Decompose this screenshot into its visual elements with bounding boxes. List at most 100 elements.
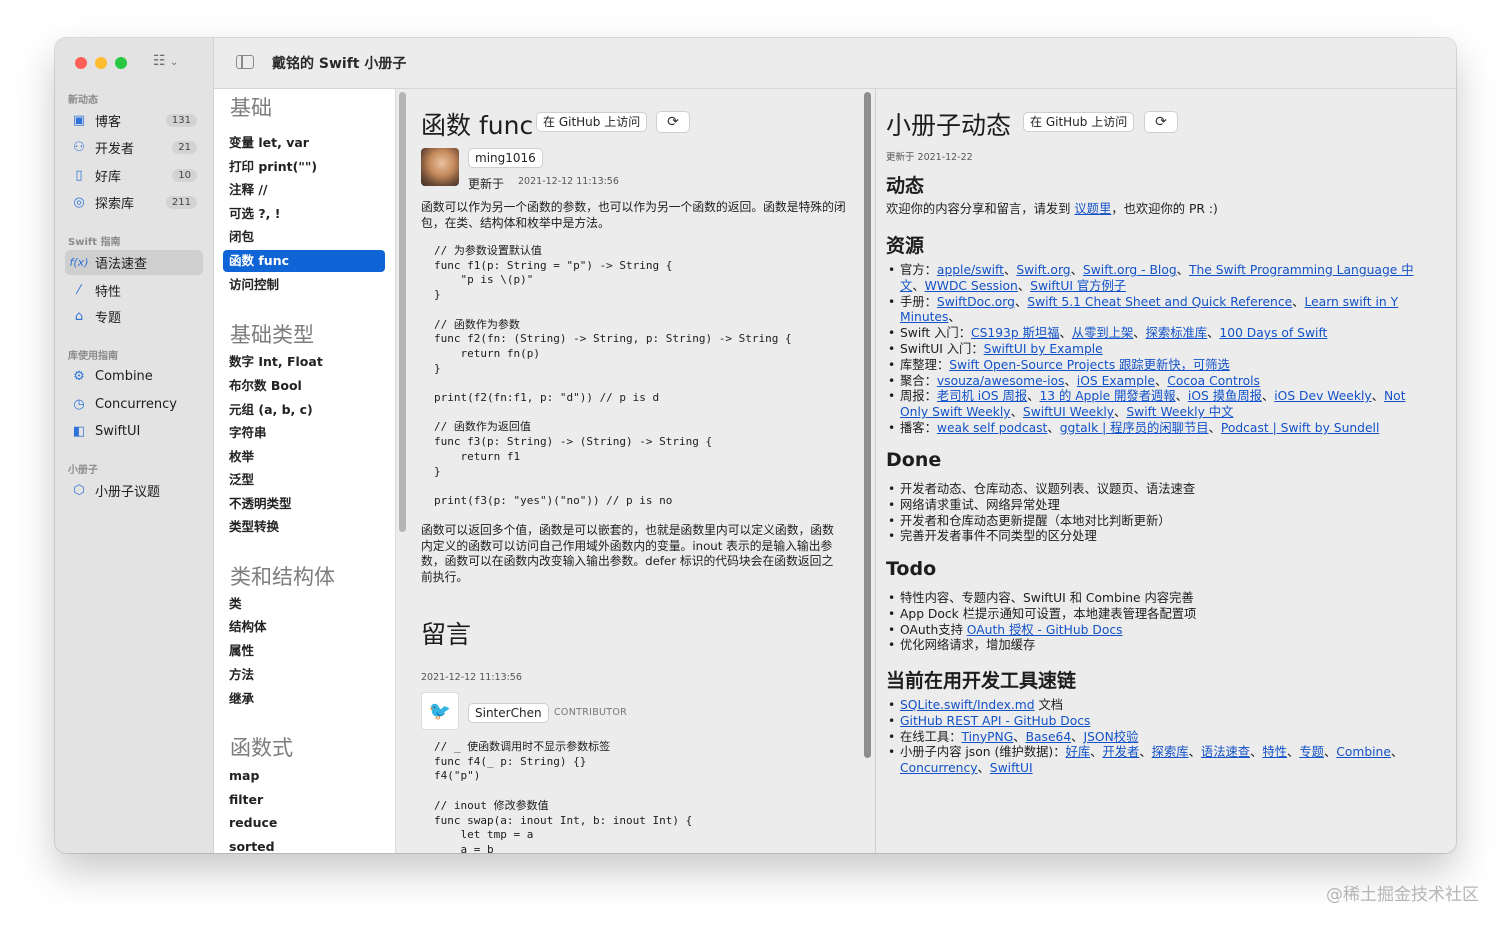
- list-item[interactable]: 访问控制: [223, 274, 385, 296]
- resource-link[interactable]: Base64: [1026, 730, 1072, 744]
- resource-link[interactable]: Swift.org: [1016, 263, 1070, 277]
- author-name[interactable]: ming1016: [468, 148, 543, 168]
- list-item[interactable]: 注释 //: [223, 179, 385, 201]
- separator: 、: [1371, 389, 1384, 404]
- resource-link[interactable]: WWDC Session: [925, 279, 1018, 293]
- issues-link[interactable]: 议题里: [1074, 202, 1111, 216]
- sqlite-link[interactable]: SQLite.swift/Index.md: [900, 698, 1035, 712]
- sidebar-item-syntax[interactable]: f(x) 语法速查: [65, 250, 203, 275]
- list-item[interactable]: 结构体: [223, 616, 385, 638]
- separator: 、: [1292, 294, 1305, 309]
- news-open-on-github-button[interactable]: 在 GitHub 上访问: [1023, 112, 1135, 132]
- separator: 、: [1010, 405, 1023, 420]
- resource-link[interactable]: ggtalk | 程序员的闲聊节目: [1060, 421, 1209, 435]
- sidebar-item-features[interactable]: ⁄ 特性: [65, 278, 203, 303]
- sidebar-item-concurrency[interactable]: ◷ Concurrency: [65, 392, 203, 417]
- commenter-name[interactable]: SinterChen: [468, 703, 549, 723]
- zoom-button[interactable]: [115, 57, 127, 69]
- resource-link[interactable]: Swift.org - Blog: [1083, 263, 1177, 277]
- sidebar-item-explore[interactable]: ◎ 探索库 211: [65, 190, 203, 215]
- list-item[interactable]: 类型转换: [223, 516, 385, 538]
- resource-link[interactable]: weak self podcast: [937, 421, 1047, 435]
- sidebar-item-combine[interactable]: ⚙ Combine: [65, 364, 203, 389]
- list-scrollbar[interactable]: [399, 92, 406, 532]
- resource-link[interactable]: JSON校验: [1083, 730, 1138, 744]
- list-item[interactable]: 方法: [223, 664, 385, 686]
- tools-list: SQLite.swift/Index.md 文档 GitHub REST API…: [886, 698, 1426, 777]
- chevron-down-icon: ⌄: [170, 57, 179, 68]
- resource-link[interactable]: Concurrency: [900, 761, 977, 775]
- sidebar-item-issues[interactable]: ⬡ 小册子议题: [65, 478, 203, 503]
- separator: 、: [1133, 326, 1146, 341]
- resource-link[interactable]: Swift 5.1 Cheat Sheet and Quick Referenc…: [1027, 295, 1292, 309]
- resource-link[interactable]: 专题: [1299, 745, 1324, 759]
- resource-link[interactable]: Cocoa Controls: [1167, 374, 1260, 388]
- list-item: App Dock 栏提示通知可设置，本地建表管理各配置项: [886, 607, 1426, 623]
- list-item[interactable]: 枚举: [223, 446, 385, 468]
- sidebar-item-swiftui[interactable]: ◧ SwiftUI: [65, 419, 203, 444]
- minimize-button[interactable]: [95, 57, 107, 69]
- list-item[interactable]: 元组 (a, b, c): [223, 399, 385, 421]
- resource-link[interactable]: 老司机 iOS 周报: [937, 389, 1027, 403]
- resource-link[interactable]: SwiftUI Weekly: [1023, 405, 1114, 419]
- resource-link[interactable]: 特性: [1262, 745, 1287, 759]
- list-item[interactable]: 可选 ?, !: [223, 203, 385, 225]
- list-item[interactable]: 属性: [223, 640, 385, 662]
- resource-link[interactable]: Swift Open-Source Projects 跟踪更新快，可筛选: [949, 358, 1230, 372]
- resource-link[interactable]: 好库: [1066, 745, 1091, 759]
- list-item[interactable]: 数字 Int, Float: [223, 351, 385, 373]
- list-item[interactable]: 类: [223, 593, 385, 615]
- oauth-link[interactable]: OAuth 授权 - GitHub Docs: [967, 623, 1123, 637]
- sidebar-item-developers[interactable]: ⚇ 开发者 21: [65, 135, 203, 160]
- resource-link[interactable]: iOS Example: [1077, 374, 1155, 388]
- resource-link[interactable]: vsouza/awesome-ios: [937, 374, 1065, 388]
- list-item[interactable]: 泛型: [223, 469, 385, 491]
- resource-link[interactable]: 语法速查: [1201, 745, 1250, 759]
- resource-link[interactable]: 100 Days of Swift: [1219, 326, 1327, 340]
- resource-link[interactable]: 探索库: [1152, 745, 1189, 759]
- list-item[interactable]: 闭包: [223, 226, 385, 248]
- refresh-button[interactable]: ⟳: [656, 111, 690, 133]
- resource-link[interactable]: TinyPNG: [962, 730, 1014, 744]
- github-api-link[interactable]: GitHub REST API - GitHub Docs: [900, 714, 1090, 728]
- list-item[interactable]: 继承: [223, 688, 385, 710]
- sidebar-item-blog[interactable]: ▣ 博客 131: [65, 108, 203, 133]
- list-item: 小册子内容 json (维护数据)：好库、开发者、探索库、语法速查、特性、专题、…: [886, 745, 1426, 777]
- sidebar-item-library[interactable]: ▯ 好库 10: [65, 163, 203, 188]
- list-item[interactable]: filter: [223, 789, 385, 811]
- list-item[interactable]: 打印 print(""): [223, 156, 385, 178]
- resource-link[interactable]: SwiftDoc.org: [937, 295, 1015, 309]
- resource-link[interactable]: CS193p 斯坦福: [971, 326, 1059, 340]
- resource-link[interactable]: iOS Dev Weekly: [1274, 389, 1371, 403]
- resource-link[interactable]: iOS 摸鱼周报: [1188, 389, 1262, 403]
- list-item[interactable]: map: [223, 765, 385, 787]
- resource-link[interactable]: 开发者: [1102, 745, 1139, 759]
- detail-scrollbar[interactable]: [864, 92, 871, 758]
- item-label: Swift 入门：: [900, 326, 972, 341]
- close-button[interactable]: [75, 57, 87, 69]
- resource-link[interactable]: apple/swift: [937, 263, 1004, 277]
- sidebar-item-topics[interactable]: ⌂ 专题: [65, 304, 203, 329]
- resource-link[interactable]: SwiftUI 官方例子: [1030, 279, 1126, 293]
- resource-link[interactable]: 13 的 Apple 開發者週報: [1039, 389, 1175, 403]
- resource-link[interactable]: SwiftUI by Example: [984, 342, 1103, 356]
- list-item[interactable]: 不透明类型: [223, 493, 385, 515]
- resource-link[interactable]: 从零到上架: [1072, 326, 1134, 340]
- list-item[interactable]: reduce: [223, 812, 385, 834]
- list-item-selected[interactable]: 函数 func: [223, 250, 385, 272]
- news-refresh-button[interactable]: ⟳: [1144, 111, 1178, 133]
- resource-link[interactable]: 探索标准库: [1146, 326, 1208, 340]
- sidebar-toggle-icon[interactable]: [236, 55, 254, 69]
- list-item[interactable]: 变量 let, var: [223, 132, 385, 154]
- resource-link[interactable]: SwiftUI: [990, 761, 1033, 775]
- resource-link[interactable]: Podcast | Swift by Sundell: [1221, 421, 1380, 435]
- list-item[interactable]: sorted: [223, 836, 385, 853]
- resource-link[interactable]: Combine: [1336, 745, 1391, 759]
- separator: 、: [1323, 745, 1337, 760]
- separator: 、: [1139, 745, 1152, 760]
- filter-menu-button[interactable]: ☷ ⌄: [153, 53, 178, 69]
- list-item[interactable]: 字符串: [223, 422, 385, 444]
- open-on-github-button[interactable]: 在 GitHub 上访问: [536, 112, 648, 132]
- resource-link[interactable]: Swift Weekly 中文: [1126, 405, 1233, 419]
- list-item[interactable]: 布尔数 Bool: [223, 375, 385, 397]
